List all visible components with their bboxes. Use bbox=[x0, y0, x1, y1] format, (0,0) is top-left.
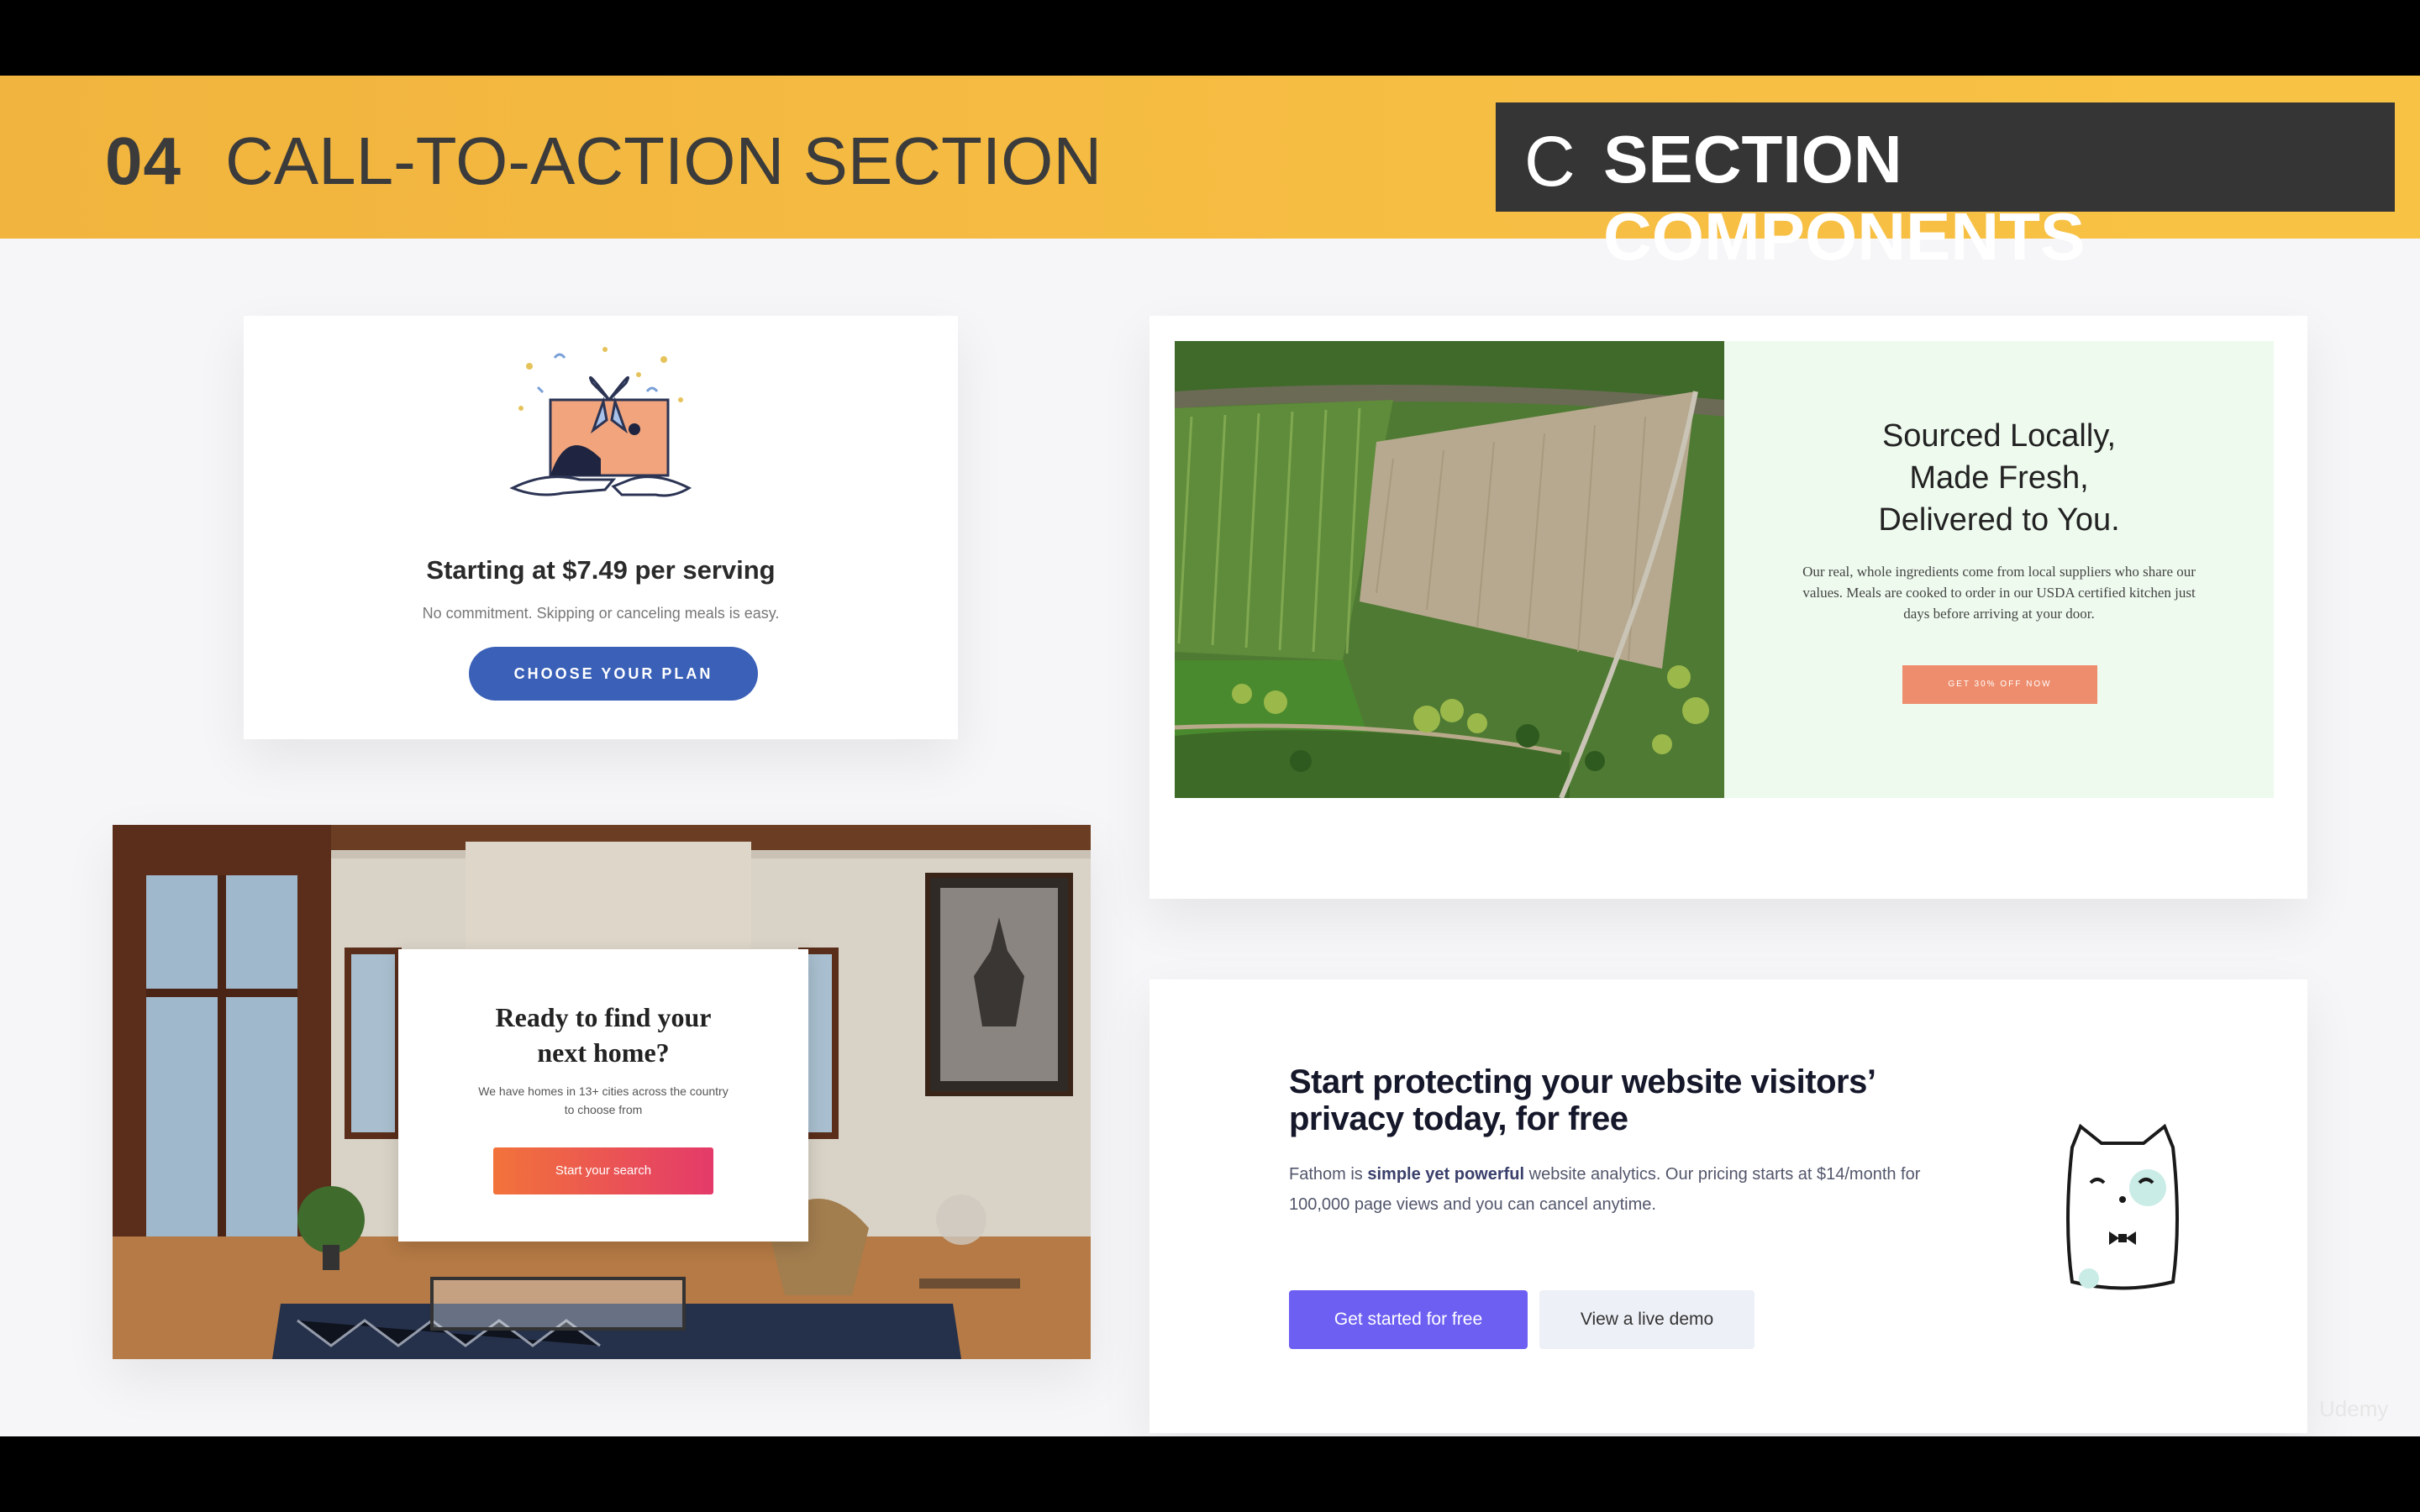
home-search-box: Ready to find your next home? We have ho… bbox=[398, 949, 808, 1242]
get-started-button[interactable]: Get started for free bbox=[1289, 1290, 1528, 1349]
home-heading-line: next home? bbox=[537, 1037, 670, 1068]
meal-subtext: No commitment. Skipping or canceling mea… bbox=[422, 605, 780, 622]
farm-text-panel: Sourced Locally, Made Fresh, Delivered t… bbox=[1724, 341, 2274, 798]
farm-cta-card: Sourced Locally, Made Fresh, Delivered t… bbox=[1150, 316, 2307, 899]
home-heading: Ready to find your next home? bbox=[424, 1000, 783, 1070]
privacy-heading: Start protecting your website visitors’ … bbox=[1289, 1063, 1978, 1137]
slide: 04 CALL-TO-ACTION SECTION C SECTION COMP… bbox=[0, 76, 2420, 1436]
home-cta-card: Ready to find your next home? We have ho… bbox=[113, 825, 1091, 1359]
farm-heading-line: Made Fresh, bbox=[1909, 460, 2089, 496]
home-body: We have homes in 13+ cities across the c… bbox=[478, 1084, 729, 1116]
farm-heading: Sourced Locally, Made Fresh, Delivered t… bbox=[1775, 415, 2223, 541]
section-title: CALL-TO-ACTION SECTION bbox=[225, 123, 1102, 198]
choose-plan-button[interactable]: CHOOSE YOUR PLAN bbox=[469, 647, 758, 701]
privacy-body-highlight: simple yet powerful bbox=[1367, 1165, 1525, 1184]
gift-box-illustration bbox=[509, 347, 692, 497]
meal-cta-card: Starting at $7.49 per serving No commitm… bbox=[244, 316, 958, 739]
header-banner: 04 CALL-TO-ACTION SECTION C SECTION COMP… bbox=[0, 76, 2420, 274]
category-letter: C bbox=[1524, 122, 1576, 201]
privacy-cta-card: Start protecting your website visitors’ … bbox=[1150, 979, 2307, 1433]
home-heading-line: Ready to find your bbox=[495, 1002, 712, 1032]
farm-heading-line: Sourced Locally, bbox=[1881, 418, 2117, 454]
cat-mascot-illustration bbox=[2066, 1123, 2179, 1290]
section-number: 04 bbox=[105, 123, 182, 198]
get-discount-button[interactable]: GET 30% OFF NOW bbox=[1902, 665, 2097, 704]
watermark: Udemy bbox=[2319, 1396, 2389, 1421]
category-tag: C SECTION COMPONENTS bbox=[1496, 102, 2395, 274]
meal-heading: Starting at $7.49 per serving bbox=[426, 555, 776, 585]
category-title: SECTION COMPONENTS bbox=[1603, 122, 2086, 274]
view-demo-button[interactable]: View a live demo bbox=[1539, 1290, 1754, 1349]
farm-body: Our real, whole ingredients come from lo… bbox=[1802, 564, 2196, 622]
farm-heading-line: Delivered to You. bbox=[1878, 502, 2120, 538]
privacy-body: Fathom is simple yet powerful website an… bbox=[1289, 1159, 1928, 1220]
farm-aerial-image bbox=[1175, 341, 1724, 798]
start-search-button[interactable]: Start your search bbox=[493, 1147, 713, 1194]
privacy-heading-line: Start protecting your website visitors’ bbox=[1289, 1063, 1876, 1100]
privacy-heading-line: privacy today, for free bbox=[1289, 1100, 1628, 1137]
privacy-body-prefix: Fathom is bbox=[1289, 1165, 1368, 1184]
